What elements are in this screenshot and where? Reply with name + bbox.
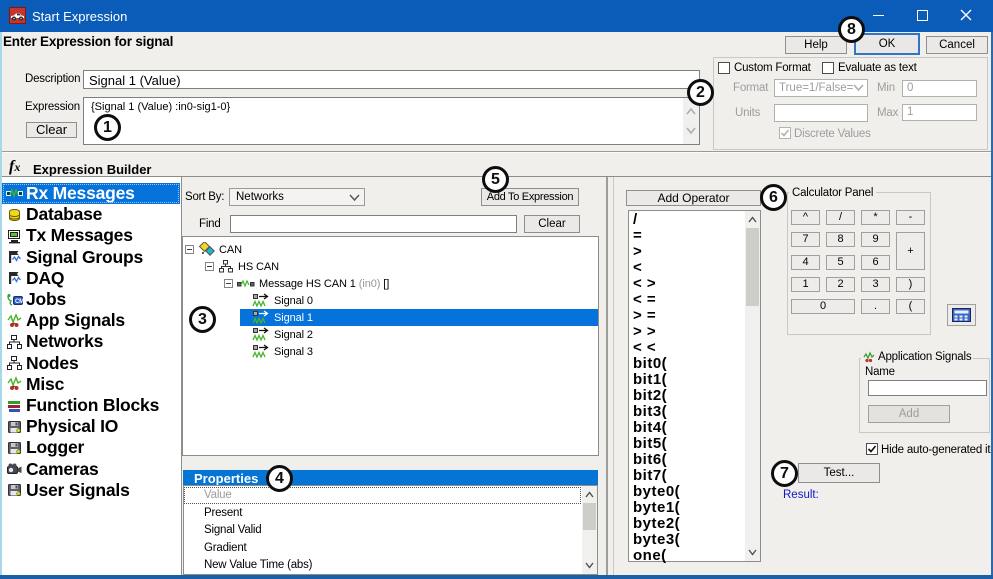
- svg-text:CM: CM: [15, 299, 23, 305]
